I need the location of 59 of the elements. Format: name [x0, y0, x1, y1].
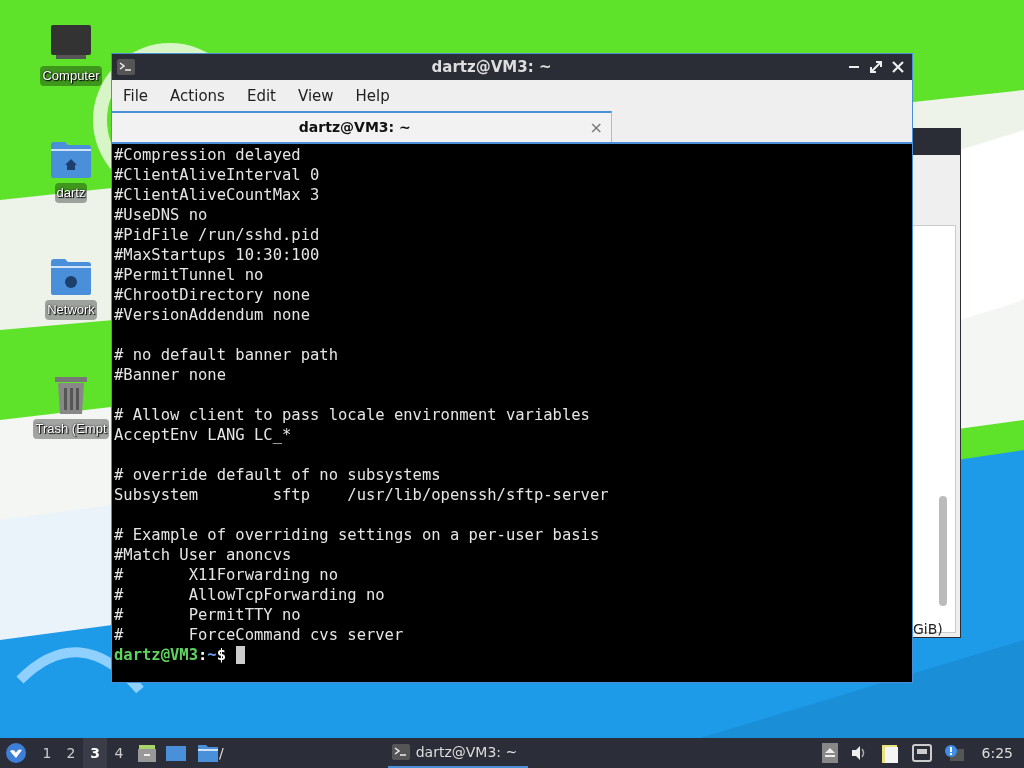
terminal-line: # Allow client to pass locale environment variables: [114, 406, 590, 424]
status-text: GiB): [913, 620, 943, 639]
prompt-symbol: $: [216, 645, 227, 665]
terminal-line: #Banner none: [114, 366, 226, 384]
terminal-line: #ClientAliveInterval 0: [114, 166, 320, 184]
terminal-line: # ForceCommand cvs server: [114, 626, 404, 644]
menu-item[interactable]: View: [296, 84, 335, 108]
menu-item[interactable]: Edit: [245, 84, 277, 108]
workspace-button[interactable]: 3: [83, 738, 107, 768]
eject-icon[interactable]: [821, 743, 838, 763]
file-cabinet-icon[interactable]: [137, 743, 157, 763]
text-cursor: [236, 646, 246, 664]
terminal-line: # PermitTTY no: [114, 606, 301, 624]
notification-icon[interactable]: [943, 744, 964, 762]
prompt-colon: :: [198, 645, 208, 665]
folder-icon[interactable]: [197, 743, 219, 763]
tab-close-button[interactable]: ×: [589, 115, 603, 140]
scrollbar-thumb[interactable]: [939, 496, 947, 606]
terminal-line: #UseDNS no: [114, 206, 208, 224]
prompt-user-host: dartz@VM3: [114, 645, 198, 665]
clipboard-icon[interactable]: [879, 742, 900, 764]
clock[interactable]: 6:25: [981, 742, 1013, 764]
terminal-line: #PidFile /run/sshd.pid: [114, 226, 320, 244]
terminal-line: #MaxStartups 10:30:100: [114, 246, 320, 264]
terminal-line: #VersionAddendum none: [114, 306, 310, 324]
workspace-button[interactable]: 1: [35, 738, 59, 768]
terminal-line: # override default of no subsystems: [114, 466, 441, 484]
home-folder-icon[interactable]: [50, 141, 92, 179]
terminal-icon: [117, 59, 135, 75]
menu-item[interactable]: Help: [354, 84, 391, 108]
menu-item[interactable]: Actions: [169, 84, 226, 108]
terminal-line: # AllowTcpForwarding no: [114, 586, 385, 604]
terminal-line: AcceptEnv LANG LC_*: [114, 426, 292, 444]
menu-item[interactable]: File: [122, 84, 150, 108]
workspace-button[interactable]: 4: [107, 738, 131, 768]
terminal-line: #Compression delayed: [114, 146, 301, 164]
terminal-line: Subsystem sftp /usr/lib/openssh/sftp-server: [114, 486, 609, 504]
prompt-path: ~: [207, 645, 217, 665]
network-folder-icon[interactable]: [50, 258, 92, 296]
window-icon[interactable]: [165, 744, 187, 762]
close-icon[interactable]: [892, 61, 904, 73]
workspace-button[interactable]: 2: [59, 738, 83, 768]
folder-label[interactable]: /: [219, 742, 224, 764]
terminal-line: #Match User anoncvs: [114, 546, 292, 564]
terminal-line: #PermitTunnel no: [114, 266, 264, 284]
terminal-tab[interactable]: dartz@VM3: ~ ×: [112, 111, 612, 142]
terminal-icon: [391, 744, 410, 760]
terminal-line: #ClientAliveCountMax 3: [114, 186, 320, 204]
task-button[interactable]: dartz@VM3: ~: [387, 738, 528, 768]
monitor-icon[interactable]: [50, 24, 92, 62]
trash-icon[interactable]: [53, 375, 89, 415]
maximize-icon[interactable]: [870, 61, 882, 73]
desktop-icon-label[interactable]: Computer: [40, 66, 102, 86]
terminal-line: #ChrootDirectory none: [114, 286, 310, 304]
terminal-line: # no default banner path: [114, 346, 338, 364]
window-title: dartz@VM3: ~: [430, 56, 553, 78]
terminal-line: # X11Forwarding no: [114, 566, 338, 584]
ethernet-icon[interactable]: [911, 744, 932, 762]
terminal-line: # Example of overriding settings on a per-user basis: [114, 526, 600, 544]
